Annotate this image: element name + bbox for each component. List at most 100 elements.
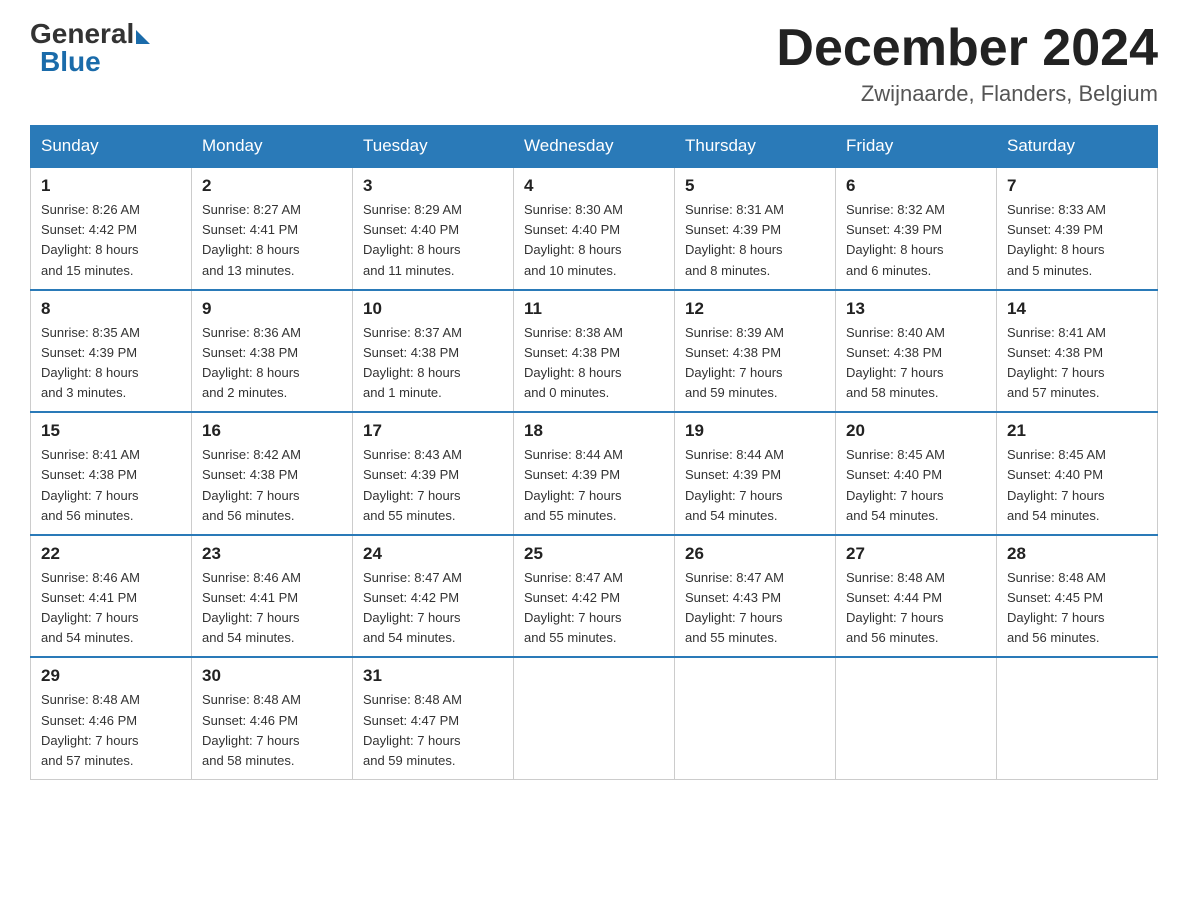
day-number: 28 (1007, 544, 1147, 564)
calendar-week-row: 1 Sunrise: 8:26 AM Sunset: 4:42 PM Daylig… (31, 167, 1158, 290)
day-number: 4 (524, 176, 664, 196)
day-info: Sunrise: 8:36 AM Sunset: 4:38 PM Dayligh… (202, 323, 342, 404)
calendar-day-cell: 24 Sunrise: 8:47 AM Sunset: 4:42 PM Dayli… (353, 535, 514, 658)
calendar-day-cell: 25 Sunrise: 8:47 AM Sunset: 4:42 PM Dayli… (514, 535, 675, 658)
calendar-week-row: 22 Sunrise: 8:46 AM Sunset: 4:41 PM Dayli… (31, 535, 1158, 658)
day-info: Sunrise: 8:47 AM Sunset: 4:42 PM Dayligh… (524, 568, 664, 649)
calendar-day-cell: 5 Sunrise: 8:31 AM Sunset: 4:39 PM Daylig… (675, 167, 836, 290)
weekday-header-thursday: Thursday (675, 126, 836, 168)
day-number: 30 (202, 666, 342, 686)
weekday-header-saturday: Saturday (997, 126, 1158, 168)
day-info: Sunrise: 8:35 AM Sunset: 4:39 PM Dayligh… (41, 323, 181, 404)
calendar-day-cell: 3Sunrise: 8:29 AM Sunset: 4:40 PM Daylig… (353, 167, 514, 290)
weekday-header-monday: Monday (192, 126, 353, 168)
day-info: Sunrise: 8:48 AM Sunset: 4:46 PM Dayligh… (202, 690, 342, 771)
day-info: Sunrise: 8:31 AM Sunset: 4:39 PM Dayligh… (685, 200, 825, 281)
calendar-day-cell: 28 Sunrise: 8:48 AM Sunset: 4:45 PM Dayli… (997, 535, 1158, 658)
calendar-day-cell: 15Sunrise: 8:41 AM Sunset: 4:38 PM Dayli… (31, 412, 192, 535)
logo: General Blue (30, 20, 150, 78)
day-info: Sunrise: 8:42 AM Sunset: 4:38 PM Dayligh… (202, 445, 342, 526)
calendar-table: SundayMondayTuesdayWednesdayThursdayFrid… (30, 125, 1158, 780)
day-info: Sunrise: 8:26 AM Sunset: 4:42 PM Dayligh… (41, 200, 181, 281)
calendar-day-cell: 23Sunrise: 8:46 AM Sunset: 4:41 PM Dayli… (192, 535, 353, 658)
calendar-day-cell: 18 Sunrise: 8:44 AM Sunset: 4:39 PM Dayli… (514, 412, 675, 535)
calendar-day-cell: 10Sunrise: 8:37 AM Sunset: 4:38 PM Dayli… (353, 290, 514, 413)
day-info: Sunrise: 8:43 AM Sunset: 4:39 PM Dayligh… (363, 445, 503, 526)
day-info: Sunrise: 8:37 AM Sunset: 4:38 PM Dayligh… (363, 323, 503, 404)
day-number: 22 (41, 544, 181, 564)
calendar-day-cell: 19 Sunrise: 8:44 AM Sunset: 4:39 PM Dayli… (675, 412, 836, 535)
calendar-day-cell: 12Sunrise: 8:39 AM Sunset: 4:38 PM Dayli… (675, 290, 836, 413)
calendar-day-cell (836, 657, 997, 779)
day-info: Sunrise: 8:39 AM Sunset: 4:38 PM Dayligh… (685, 323, 825, 404)
calendar-day-cell: 27 Sunrise: 8:48 AM Sunset: 4:44 PM Dayli… (836, 535, 997, 658)
calendar-day-cell: 1 Sunrise: 8:26 AM Sunset: 4:42 PM Daylig… (31, 167, 192, 290)
day-number: 17 (363, 421, 503, 441)
calendar-day-cell: 21 Sunrise: 8:45 AM Sunset: 4:40 PM Dayli… (997, 412, 1158, 535)
day-number: 25 (524, 544, 664, 564)
day-number: 7 (1007, 176, 1147, 196)
calendar-day-cell: 31Sunrise: 8:48 AM Sunset: 4:47 PM Dayli… (353, 657, 514, 779)
calendar-day-cell: 17 Sunrise: 8:43 AM Sunset: 4:39 PM Dayli… (353, 412, 514, 535)
day-info: Sunrise: 8:48 AM Sunset: 4:44 PM Dayligh… (846, 568, 986, 649)
weekday-header-tuesday: Tuesday (353, 126, 514, 168)
calendar-day-cell: 20 Sunrise: 8:45 AM Sunset: 4:40 PM Dayli… (836, 412, 997, 535)
title-area: December 2024 Zwijnaarde, Flanders, Belg… (776, 20, 1158, 107)
calendar-day-cell: 14 Sunrise: 8:41 AM Sunset: 4:38 PM Dayli… (997, 290, 1158, 413)
day-number: 31 (363, 666, 503, 686)
day-number: 21 (1007, 421, 1147, 441)
calendar-day-cell: 11Sunrise: 8:38 AM Sunset: 4:38 PM Dayli… (514, 290, 675, 413)
logo-triangle-icon (136, 30, 150, 44)
day-number: 9 (202, 299, 342, 319)
calendar-day-cell: 26 Sunrise: 8:47 AM Sunset: 4:43 PM Dayli… (675, 535, 836, 658)
weekday-header-friday: Friday (836, 126, 997, 168)
day-info: Sunrise: 8:33 AM Sunset: 4:39 PM Dayligh… (1007, 200, 1147, 281)
calendar-day-cell (997, 657, 1158, 779)
calendar-day-cell: 4 Sunrise: 8:30 AM Sunset: 4:40 PM Daylig… (514, 167, 675, 290)
day-number: 5 (685, 176, 825, 196)
location-subtitle: Zwijnaarde, Flanders, Belgium (776, 81, 1158, 107)
day-info: Sunrise: 8:41 AM Sunset: 4:38 PM Dayligh… (41, 445, 181, 526)
day-info: Sunrise: 8:44 AM Sunset: 4:39 PM Dayligh… (685, 445, 825, 526)
calendar-day-cell: 2 Sunrise: 8:27 AM Sunset: 4:41 PM Daylig… (192, 167, 353, 290)
day-number: 14 (1007, 299, 1147, 319)
calendar-day-cell: 29Sunrise: 8:48 AM Sunset: 4:46 PM Dayli… (31, 657, 192, 779)
calendar-day-cell: 6Sunrise: 8:32 AM Sunset: 4:39 PM Daylig… (836, 167, 997, 290)
day-number: 18 (524, 421, 664, 441)
day-info: Sunrise: 8:44 AM Sunset: 4:39 PM Dayligh… (524, 445, 664, 526)
day-info: Sunrise: 8:41 AM Sunset: 4:38 PM Dayligh… (1007, 323, 1147, 404)
calendar-day-cell (514, 657, 675, 779)
month-year-title: December 2024 (776, 20, 1158, 77)
calendar-day-cell: 22 Sunrise: 8:46 AM Sunset: 4:41 PM Dayli… (31, 535, 192, 658)
day-info: Sunrise: 8:48 AM Sunset: 4:45 PM Dayligh… (1007, 568, 1147, 649)
calendar-week-row: 29Sunrise: 8:48 AM Sunset: 4:46 PM Dayli… (31, 657, 1158, 779)
day-info: Sunrise: 8:46 AM Sunset: 4:41 PM Dayligh… (41, 568, 181, 649)
calendar-header-row: SundayMondayTuesdayWednesdayThursdayFrid… (31, 126, 1158, 168)
day-number: 24 (363, 544, 503, 564)
day-number: 1 (41, 176, 181, 196)
day-info: Sunrise: 8:30 AM Sunset: 4:40 PM Dayligh… (524, 200, 664, 281)
logo-general-text: General (30, 20, 134, 48)
day-number: 2 (202, 176, 342, 196)
day-number: 8 (41, 299, 181, 319)
day-info: Sunrise: 8:47 AM Sunset: 4:42 PM Dayligh… (363, 568, 503, 649)
day-number: 13 (846, 299, 986, 319)
day-info: Sunrise: 8:46 AM Sunset: 4:41 PM Dayligh… (202, 568, 342, 649)
day-info: Sunrise: 8:27 AM Sunset: 4:41 PM Dayligh… (202, 200, 342, 281)
day-info: Sunrise: 8:48 AM Sunset: 4:46 PM Dayligh… (41, 690, 181, 771)
calendar-day-cell: 9 Sunrise: 8:36 AM Sunset: 4:38 PM Daylig… (192, 290, 353, 413)
calendar-week-row: 15Sunrise: 8:41 AM Sunset: 4:38 PM Dayli… (31, 412, 1158, 535)
day-number: 19 (685, 421, 825, 441)
day-number: 6 (846, 176, 986, 196)
day-number: 26 (685, 544, 825, 564)
calendar-day-cell (675, 657, 836, 779)
day-number: 20 (846, 421, 986, 441)
day-info: Sunrise: 8:45 AM Sunset: 4:40 PM Dayligh… (846, 445, 986, 526)
day-number: 3 (363, 176, 503, 196)
calendar-day-cell: 8 Sunrise: 8:35 AM Sunset: 4:39 PM Daylig… (31, 290, 192, 413)
calendar-week-row: 8 Sunrise: 8:35 AM Sunset: 4:39 PM Daylig… (31, 290, 1158, 413)
day-info: Sunrise: 8:45 AM Sunset: 4:40 PM Dayligh… (1007, 445, 1147, 526)
page-header: General Blue December 2024 Zwijnaarde, F… (30, 20, 1158, 107)
day-number: 27 (846, 544, 986, 564)
day-info: Sunrise: 8:47 AM Sunset: 4:43 PM Dayligh… (685, 568, 825, 649)
